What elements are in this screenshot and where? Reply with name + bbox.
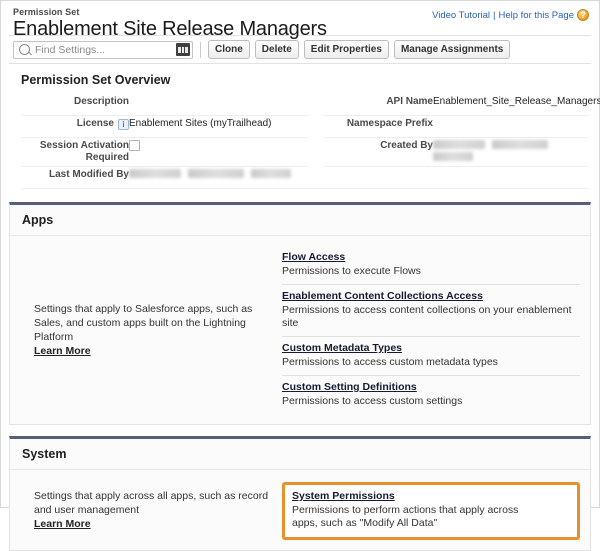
license-value: Enablement Sites (myTrailhead) bbox=[129, 115, 309, 138]
info-icon[interactable]: i bbox=[118, 119, 129, 130]
apps-links-column: Flow Access Permissions to execute Flows… bbox=[282, 246, 580, 414]
redacted-text bbox=[433, 140, 485, 149]
edit-properties-button[interactable]: Edit Properties bbox=[303, 40, 389, 59]
table-row: Last Modified By bbox=[21, 166, 589, 189]
flow-access-link[interactable]: Flow Access bbox=[282, 251, 345, 264]
custom-setting-definitions-description: Permissions to access custom settings bbox=[282, 395, 463, 407]
system-section-body: Settings that apply across all apps, suc… bbox=[10, 470, 590, 550]
list-item: Custom Metadata Types Permissions to acc… bbox=[282, 337, 580, 376]
header-help-links: Video Tutorial | Help for this Page ? bbox=[432, 9, 589, 21]
link-separator: | bbox=[493, 9, 496, 21]
table-row: License i Enablement Sites (myTrailhead) … bbox=[21, 115, 589, 138]
custom-metadata-types-link[interactable]: Custom Metadata Types bbox=[282, 342, 402, 355]
redacted-text bbox=[188, 169, 244, 178]
apps-learn-more-link[interactable]: Learn More bbox=[34, 345, 91, 357]
page-title: Enablement Site Release Managers bbox=[13, 18, 327, 40]
created-by-label: Created By bbox=[323, 137, 433, 167]
apps-section: Apps Settings that apply to Salesforce a… bbox=[9, 202, 591, 425]
delete-button[interactable]: Delete bbox=[254, 40, 299, 59]
overview-title: Permission Set Overview bbox=[21, 73, 171, 87]
session-activation-checkbox[interactable] bbox=[129, 140, 140, 151]
created-by-value bbox=[433, 137, 589, 167]
table-row: Description API Name Enablement_Site_Rel… bbox=[21, 94, 600, 116]
column-gap bbox=[309, 116, 323, 138]
search-icon bbox=[19, 44, 30, 55]
system-learn-more-link[interactable]: Learn More bbox=[34, 518, 91, 530]
last-modified-by-label: Last Modified By bbox=[21, 166, 129, 189]
namespace-prefix-label: Namespace Prefix bbox=[323, 115, 433, 138]
system-section: System Settings that apply across all ap… bbox=[9, 436, 591, 551]
clone-button[interactable]: Clone bbox=[208, 40, 250, 59]
flow-access-description: Permissions to execute Flows bbox=[282, 265, 421, 277]
system-section-title: System bbox=[10, 439, 590, 470]
description-value bbox=[129, 94, 309, 116]
table-row: Session Activation Required Created By bbox=[21, 137, 589, 167]
search-input[interactable] bbox=[35, 43, 165, 56]
list-item: Flow Access Permissions to execute Flows bbox=[282, 246, 580, 285]
system-description-text: Settings that apply across all apps, suc… bbox=[34, 490, 269, 530]
settings-grid-icon[interactable] bbox=[176, 43, 190, 56]
custom-metadata-types-description: Permissions to access custom metadata ty… bbox=[282, 356, 498, 368]
system-permissions-highlight-box: System Permissions Permissions to perfor… bbox=[282, 482, 580, 540]
enablement-content-collections-access-link[interactable]: Enablement Content Collections Access bbox=[282, 290, 483, 303]
system-description-column: Settings that apply across all apps, suc… bbox=[10, 480, 282, 540]
apps-section-title: Apps bbox=[10, 205, 590, 236]
system-links-column: System Permissions Permissions to perfor… bbox=[282, 480, 580, 540]
permission-set-overview: Permission Set Overview Description API … bbox=[9, 64, 600, 191]
namespace-prefix-value bbox=[433, 115, 589, 138]
permission-set-page: Permission Set Enablement Site Release M… bbox=[0, 0, 600, 551]
api-name-value: Enablement_Site_Release_Managers bbox=[433, 94, 600, 116]
video-tutorial-link[interactable]: Video Tutorial bbox=[432, 10, 490, 21]
redacted-text bbox=[129, 169, 181, 178]
redacted-text bbox=[433, 152, 473, 161]
session-activation-label: Session Activation Required bbox=[21, 137, 129, 167]
redacted-text bbox=[492, 140, 548, 149]
help-for-this-page-link[interactable]: Help for this Page bbox=[498, 10, 574, 21]
apps-section-body: Settings that apply to Salesforce apps, … bbox=[10, 236, 590, 424]
system-permissions-link[interactable]: System Permissions bbox=[292, 490, 395, 503]
toolbar-divider bbox=[200, 41, 201, 58]
list-item: Custom Setting Definitions Permissions t… bbox=[282, 376, 580, 414]
apps-description-column: Settings that apply to Salesforce apps, … bbox=[10, 246, 282, 414]
enablement-content-collections-access-description: Permissions to access content collection… bbox=[282, 304, 572, 329]
custom-setting-definitions-link[interactable]: Custom Setting Definitions bbox=[282, 381, 417, 394]
list-item: Enablement Content Collections Access Pe… bbox=[282, 285, 580, 337]
find-settings-search[interactable] bbox=[13, 40, 193, 59]
column-gap bbox=[309, 138, 323, 167]
apps-description-text: Settings that apply to Salesforce apps, … bbox=[34, 303, 253, 357]
last-modified-by-value bbox=[129, 166, 589, 189]
overview-detail-table: Description API Name Enablement_Site_Rel… bbox=[21, 94, 600, 189]
manage-assignments-button[interactable]: Manage Assignments bbox=[393, 40, 511, 59]
license-label: License i bbox=[21, 115, 129, 138]
column-gap bbox=[309, 94, 323, 116]
session-activation-checkbox-cell bbox=[129, 137, 309, 167]
description-label: Description bbox=[21, 94, 129, 116]
help-icon[interactable]: ? bbox=[577, 9, 589, 21]
redacted-text bbox=[251, 169, 291, 178]
page-header: Permission Set Enablement Site Release M… bbox=[9, 1, 591, 40]
api-name-label: API Name bbox=[323, 94, 433, 116]
